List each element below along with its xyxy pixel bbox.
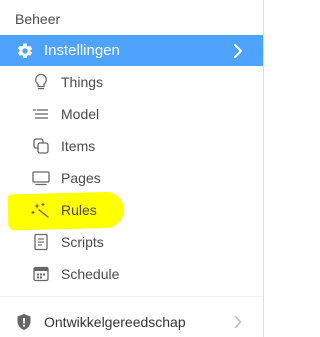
chevron-right-icon (234, 315, 242, 329)
magic-wand-icon (31, 201, 51, 219)
calendar-icon (31, 265, 51, 283)
copy-icon (31, 137, 51, 155)
sidebar-item-instellingen[interactable]: Instellingen (0, 35, 263, 66)
sidebar-item-items[interactable]: Items (0, 130, 263, 162)
sidebar-item-label: Things (61, 74, 104, 90)
sidebar-item-rules[interactable]: Rules (0, 194, 263, 226)
sidebar-item-label: Instellingen (44, 42, 120, 59)
monitor-icon (31, 169, 51, 187)
gear-icon (16, 42, 34, 60)
sidebar-item-label: Scripts (61, 234, 104, 250)
sidebar-item-label: Items (61, 138, 96, 154)
section-title: Beheer (15, 11, 61, 27)
sidebar-item-things[interactable]: Things (0, 66, 263, 98)
sidebar-item-label: Model (61, 106, 100, 122)
sidebar-item-scripts[interactable]: Scripts (0, 226, 263, 258)
sidebar: Beheer Instellingen Things Model Items P… (0, 0, 264, 337)
shield-icon (16, 313, 32, 331)
sidebar-item-label: Schedule (61, 266, 120, 282)
sidebar-item-ontwikkelgereedschap[interactable]: Ontwikkelgereedschap (0, 306, 263, 337)
chevron-right-icon (233, 43, 243, 59)
document-icon (31, 233, 51, 251)
divider (0, 296, 263, 297)
sidebar-item-label: Pages (61, 170, 101, 186)
sidebar-item-label: Ontwikkelgereedschap (44, 314, 186, 330)
sidebar-item-schedule[interactable]: Schedule (0, 258, 263, 290)
sidebar-item-model[interactable]: Model (0, 98, 263, 130)
sidebar-item-label: Rules (61, 202, 97, 218)
lightbulb-icon (31, 73, 51, 91)
sidebar-item-pages[interactable]: Pages (0, 162, 263, 194)
list-icon (31, 105, 51, 123)
